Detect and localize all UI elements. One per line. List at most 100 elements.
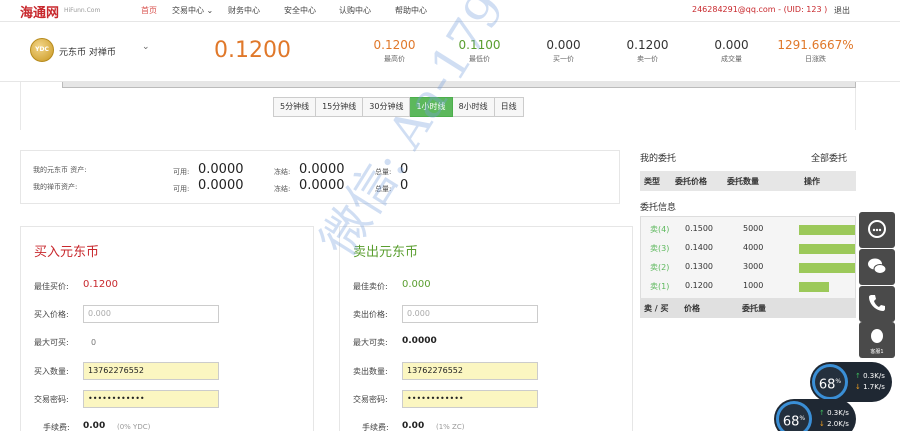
order-qty: 3000 — [743, 262, 764, 271]
sell-fee-value: 0.00 — [402, 421, 425, 431]
top-nav: 海通网 HiFunn.Com 首页 交易中心 ⌄ 财务中心 安全中心 认购中心 … — [0, 0, 900, 22]
market-stat-label: 卖一价 — [637, 55, 658, 63]
total-label: 总量: — [375, 185, 392, 193]
all-orders-link[interactable]: 全部委托 — [811, 151, 847, 164]
network-speed-widget[interactable]: 68% ↑ 0.3K/s ↓ 2.0K/s — [774, 399, 856, 431]
total-label: 总量: — [375, 168, 392, 176]
order-side: 卖(1) — [650, 282, 670, 291]
order-qty: 1000 — [743, 281, 764, 290]
market-stat-label: 买一价 — [553, 55, 574, 63]
interval-tab[interactable]: 30分钟线 — [363, 97, 411, 117]
sell-password-input[interactable]: •••••••••••• — [402, 390, 538, 408]
col-type: 类型 — [644, 177, 660, 186]
sell-password-label: 交易密码: — [353, 395, 388, 404]
sell-panel: 卖出元东币 最佳卖价: 0.000 卖出价格: 0.000 最大可卖: 0.00… — [339, 226, 633, 431]
nav-security-center[interactable]: 安全中心 — [284, 5, 316, 16]
account-email[interactable]: 246284291@qq.com - (UID: 123 ) — [692, 5, 827, 14]
order-side: 卖(3) — [650, 244, 670, 253]
depth-bar — [799, 225, 855, 235]
market-summary: YDC 元东币 对禅币 ⌄ 0.1200 0.1200 最高价 0.1100 最低价 0… — [0, 22, 900, 82]
interval-tab[interactable]: 1小时线 — [410, 97, 453, 117]
best-sell-label: 最佳卖价: — [353, 282, 388, 291]
logout-link[interactable]: 退出 — [834, 5, 850, 16]
buy-price-label: 买入价格: — [34, 310, 69, 319]
sell-fee-note: (1% ZC) — [436, 423, 465, 431]
frozen-label: 冻结: — [274, 168, 291, 176]
nav-finance-center[interactable]: 财务中心 — [228, 5, 260, 16]
order-side: 卖(4) — [650, 225, 670, 234]
market-stat: 0.1200 卖一价 — [605, 38, 690, 64]
available-label: 可用: — [173, 185, 190, 193]
order-book: 卖 / 买 价格 委托量 卖(4) 0.1500 5000 卖(3) 0.1400 400… — [640, 216, 856, 318]
headset-icon — [868, 220, 886, 238]
order-price: 0.1400 — [685, 243, 713, 252]
market-stat-value: 0.1200 — [626, 38, 669, 52]
max-sell-value: 0.0000 — [402, 336, 437, 346]
buy-fee-label: 手续费: — [43, 423, 70, 431]
order-book-footer: 卖 / 买 价格 委托量 — [640, 298, 856, 318]
qq-icon — [871, 329, 883, 343]
chart-scrollbar[interactable] — [62, 82, 856, 88]
network-speed-widget[interactable]: 68% ↑ 0.3K/s ↓ 1.7K/s — [810, 362, 892, 402]
buy-panel: 买入元东币 最佳买价: 0.1200 买入价格: 0.000 最大可买: 0 买… — [20, 226, 314, 431]
order-side: 卖(2) — [650, 263, 670, 272]
interval-tab[interactable]: 5分钟线 — [273, 97, 317, 117]
sell-price-input[interactable]: 0.000 — [402, 305, 538, 323]
buy-password-input[interactable]: •••••••••••• — [83, 390, 219, 408]
col-side: 卖 / 买 — [644, 304, 669, 313]
nav-help-center[interactable]: 帮助中心 — [395, 5, 427, 16]
market-stat-value: 0.000 — [546, 38, 581, 52]
asset-label-zc: 我的禅币资产: — [33, 183, 78, 191]
speed-gauge: 68% — [812, 364, 848, 400]
market-stat: 0.1100 最低价 — [437, 38, 522, 64]
market-stat-value: 1291.6667% — [777, 38, 854, 52]
buy-password-label: 交易密码: — [34, 395, 69, 404]
buy-price-input[interactable]: 0.000 — [83, 305, 219, 323]
buy-title: 买入元东币 — [34, 245, 100, 260]
ydc-available: 0.0000 — [198, 162, 244, 177]
qq-support-button[interactable]: 客服1 — [859, 322, 895, 358]
col-price: 委托价格 — [675, 177, 707, 186]
zc-total: 0 — [400, 178, 409, 193]
market-stat-label: 日涨跌 — [805, 55, 826, 63]
phone-button[interactable] — [859, 286, 895, 322]
order-qty: 4000 — [743, 243, 764, 252]
buy-qty-label: 买入数量: — [34, 367, 69, 376]
site-logo[interactable]: 海通网 — [20, 2, 59, 21]
chevron-down-icon[interactable]: ⌄ — [142, 42, 150, 52]
market-stat: 0.1200 最高价 — [352, 38, 437, 64]
market-stat-value: 0.000 — [714, 38, 749, 52]
depth-bar — [799, 244, 855, 254]
support-chat-button[interactable] — [859, 212, 895, 248]
max-sell-label: 最大可卖: — [353, 338, 388, 347]
best-sell-price: 0.000 — [402, 279, 431, 290]
col-qty: 委托数量 — [727, 177, 759, 186]
frozen-label: 冻结: — [274, 185, 291, 193]
nav-home[interactable]: 首页 — [141, 5, 157, 16]
last-price: 0.1200 — [214, 38, 291, 63]
available-label: 可用: — [173, 168, 190, 176]
buy-qty-input[interactable]: 13762276552 — [83, 362, 219, 380]
market-stat-label: 成交量 — [721, 55, 742, 63]
interval-tab[interactable]: 15分钟线 — [316, 97, 364, 117]
trading-pair-selector[interactable]: 元东币 对禅币 — [59, 45, 116, 58]
sell-price-label: 卖出价格: — [353, 310, 388, 319]
sell-qty-input[interactable]: 13762276552 — [402, 362, 538, 380]
download-speed: ↓ 2.0K/s — [819, 420, 849, 428]
coin-logo-icon: YDC — [30, 38, 54, 62]
nav-trading-center[interactable]: 交易中心 ⌄ — [172, 5, 213, 16]
asset-summary: 我的元东币 资产: 可用: 0.0000 冻结: 0.0000 总量: 0 我的… — [20, 150, 620, 204]
order-price: 0.1300 — [685, 262, 713, 271]
interval-tabs: 5分钟线 15分钟线 30分钟线 1小时线 8小时线 日线 — [273, 97, 524, 117]
ydc-frozen: 0.0000 — [299, 162, 345, 177]
interval-tab[interactable]: 日线 — [494, 97, 524, 117]
interval-tab[interactable]: 8小时线 — [452, 97, 495, 117]
buy-fee-value: 0.00 — [83, 421, 106, 431]
depth-bar — [799, 263, 855, 273]
site-logo-subtitle: HiFunn.Com — [64, 7, 101, 14]
phone-icon — [869, 295, 885, 311]
buy-fee-note: (0% YDC) — [117, 423, 151, 431]
zc-available: 0.0000 — [198, 178, 244, 193]
wechat-button[interactable] — [859, 249, 895, 285]
nav-subscription-center[interactable]: 认购中心 — [339, 5, 371, 16]
